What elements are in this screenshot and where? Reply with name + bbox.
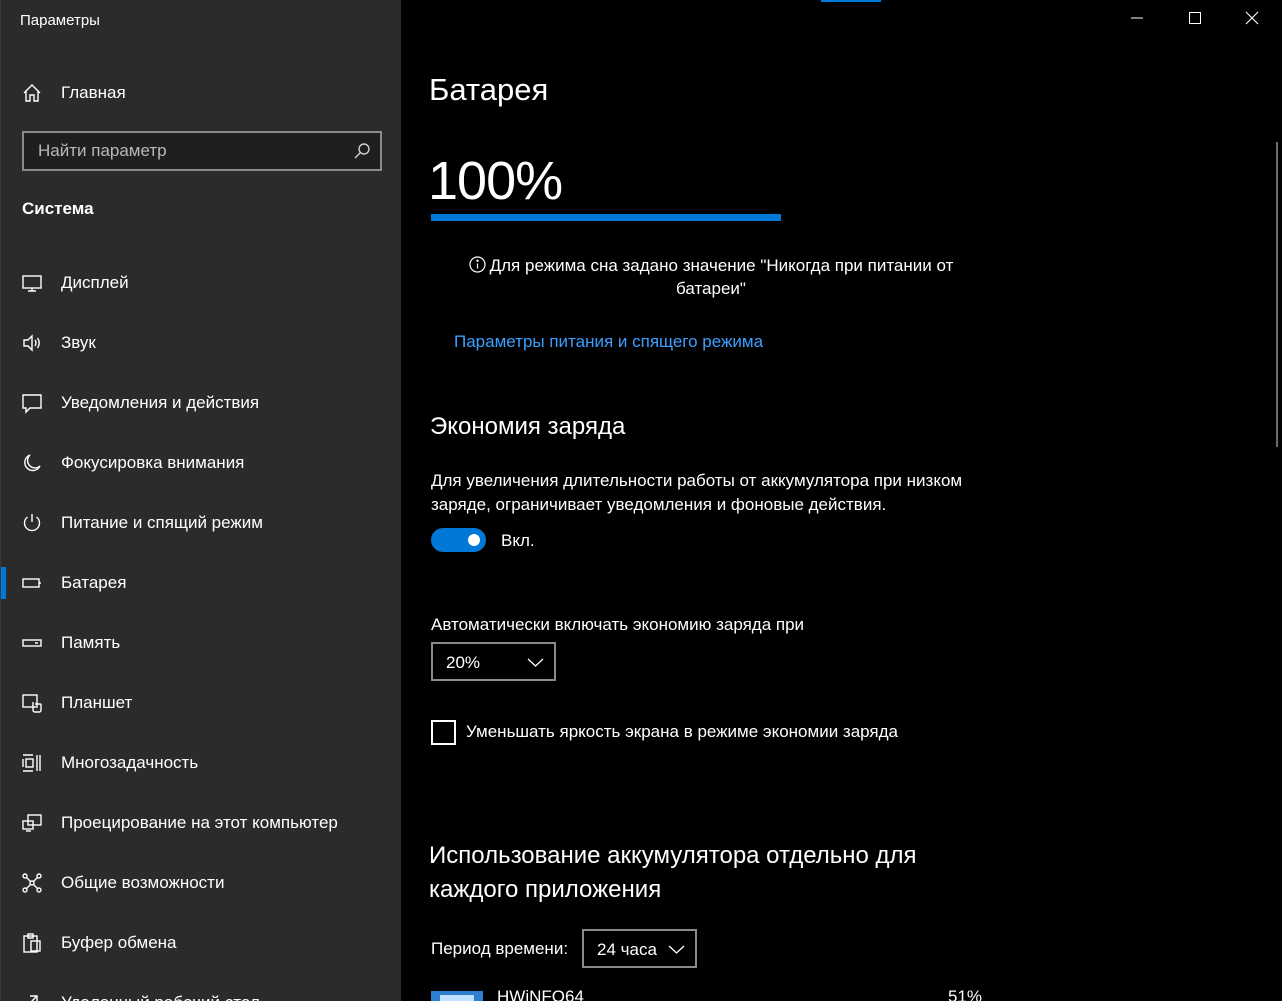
time-period-select[interactable]: 24 часа (582, 929, 697, 968)
sidebar-item-label: Фокусировка внимания (61, 453, 245, 472)
sidebar-item-projecting[interactable]: Проецирование на этот компьютер (1, 803, 401, 843)
multitasking-icon (21, 752, 43, 774)
battery-saver-heading: Экономия заряда (430, 413, 626, 440)
auto-saver-threshold-value: 20% (446, 653, 481, 672)
sidebar-item-home[interactable]: Главная (1, 74, 401, 112)
sidebar-item-label: Удаленный рабочий стол (61, 993, 260, 1001)
sidebar-item-tablet[interactable]: Планшет (1, 683, 401, 723)
titlebar-accent (821, 0, 881, 2)
sidebar-section-title: Система (22, 199, 94, 218)
minimize-icon (1130, 11, 1144, 30)
remote-desktop-icon (21, 992, 43, 1001)
auto-saver-threshold-select[interactable]: 20% (431, 642, 556, 681)
sidebar-item-label: Уведомления и действия (61, 393, 260, 412)
sidebar-item-battery[interactable]: Батарея (1, 563, 401, 603)
sidebar-item-notifications[interactable]: Уведомления и действия (1, 383, 401, 423)
lower-brightness-checkbox[interactable] (431, 720, 456, 745)
close-icon (1245, 11, 1259, 30)
app-usage-heading: Использование аккумулятора отдельно для … (429, 842, 917, 903)
search-icon[interactable] (352, 141, 372, 161)
sidebar-item-display[interactable]: Дисплей (1, 263, 401, 303)
sidebar-item-clipboard[interactable]: Буфер обмена (1, 923, 401, 963)
scrollbar[interactable] (1276, 142, 1278, 447)
battery-saver-toggle[interactable] (431, 528, 486, 552)
chevron-down-icon (527, 655, 544, 669)
sidebar-item-shared-experiences[interactable]: Общие возможности (1, 863, 401, 903)
app-usage-row[interactable]: HWiNFO64 51% (431, 986, 991, 1001)
time-period-label: Период времени: (431, 939, 569, 958)
projecting-icon (21, 812, 43, 834)
sidebar-item-storage[interactable]: Память (1, 623, 401, 663)
sidebar-item-multitasking[interactable]: Многозадачность (1, 743, 401, 783)
power-icon (21, 512, 43, 534)
sidebar-item-label: Проецирование на этот компьютер (61, 813, 338, 832)
storage-icon (21, 632, 43, 654)
page-title: Батарея (429, 72, 549, 107)
app-usage-percent: 51% (948, 987, 983, 1001)
sidebar-item-label: Звук (61, 333, 96, 352)
battery-level-fill (431, 214, 781, 221)
auto-saver-label: Автоматически включать экономию заряда п… (431, 615, 805, 634)
sidebar-item-label: Память (61, 633, 121, 652)
battery-saver-description: Для увеличения длительности работы от ак… (431, 471, 963, 514)
notification-icon (21, 392, 43, 414)
chevron-down-icon (668, 942, 685, 956)
search-input[interactable] (24, 133, 344, 169)
clipboard-icon (21, 932, 43, 954)
monitor-icon (21, 272, 43, 294)
sidebar-item-remote-desktop[interactable]: Удаленный рабочий стол (1, 983, 401, 1001)
close-button[interactable] (1223, 0, 1281, 40)
app-name: HWiNFO64 (497, 987, 584, 1001)
home-icon (21, 82, 43, 104)
sidebar-item-label: Общие возможности (61, 873, 225, 892)
maximize-icon (1188, 11, 1202, 30)
toggle-knob (468, 534, 480, 546)
minimize-button[interactable] (1108, 0, 1166, 40)
sidebar-item-power-sleep[interactable]: Питание и спящий режим (1, 503, 401, 543)
maximize-button[interactable] (1166, 0, 1224, 40)
sidebar-item-label: Планшет (61, 693, 133, 712)
battery-icon (21, 572, 43, 594)
info-icon (469, 256, 486, 273)
sidebar-item-label: Главная (61, 83, 126, 102)
sidebar-item-label: Дисплей (61, 273, 129, 292)
power-sleep-settings-link[interactable]: Параметры питания и спящего режима (454, 332, 763, 352)
shared-experiences-icon (21, 872, 43, 894)
tablet-icon (21, 692, 43, 714)
battery-level-bar (431, 214, 781, 221)
content-pane: Батарея 100% Для режима сна задано значе… (401, 0, 1282, 1001)
app-icon (431, 991, 483, 1001)
speaker-icon (21, 332, 43, 354)
battery-saver-toggle-label: Вкл. (501, 531, 535, 550)
lower-brightness-label[interactable]: Уменьшать яркость экрана в режиме эконом… (466, 722, 898, 742)
sidebar-item-label: Батарея (61, 573, 127, 592)
moon-icon (21, 452, 43, 474)
sidebar-item-label: Многозадачность (61, 753, 199, 772)
sidebar-item-sound[interactable]: Звук (1, 323, 401, 363)
sidebar-item-focus-assist[interactable]: Фокусировка внимания (1, 443, 401, 483)
time-period-value: 24 часа (597, 940, 657, 959)
sidebar-item-label: Питание и спящий режим (61, 513, 263, 532)
battery-percentage: 100% (428, 151, 563, 211)
search-box (22, 131, 382, 171)
sidebar-item-label: Буфер обмена (61, 933, 177, 952)
sidebar: Параметры Главная Система Дисплей Звук У… (0, 0, 401, 1001)
sleep-note-text: Для режима сна задано значение "Никогда … (489, 256, 954, 298)
window-title: Параметры (20, 12, 100, 29)
sleep-note: Для режима сна задано значение "Никогда … (451, 254, 971, 300)
